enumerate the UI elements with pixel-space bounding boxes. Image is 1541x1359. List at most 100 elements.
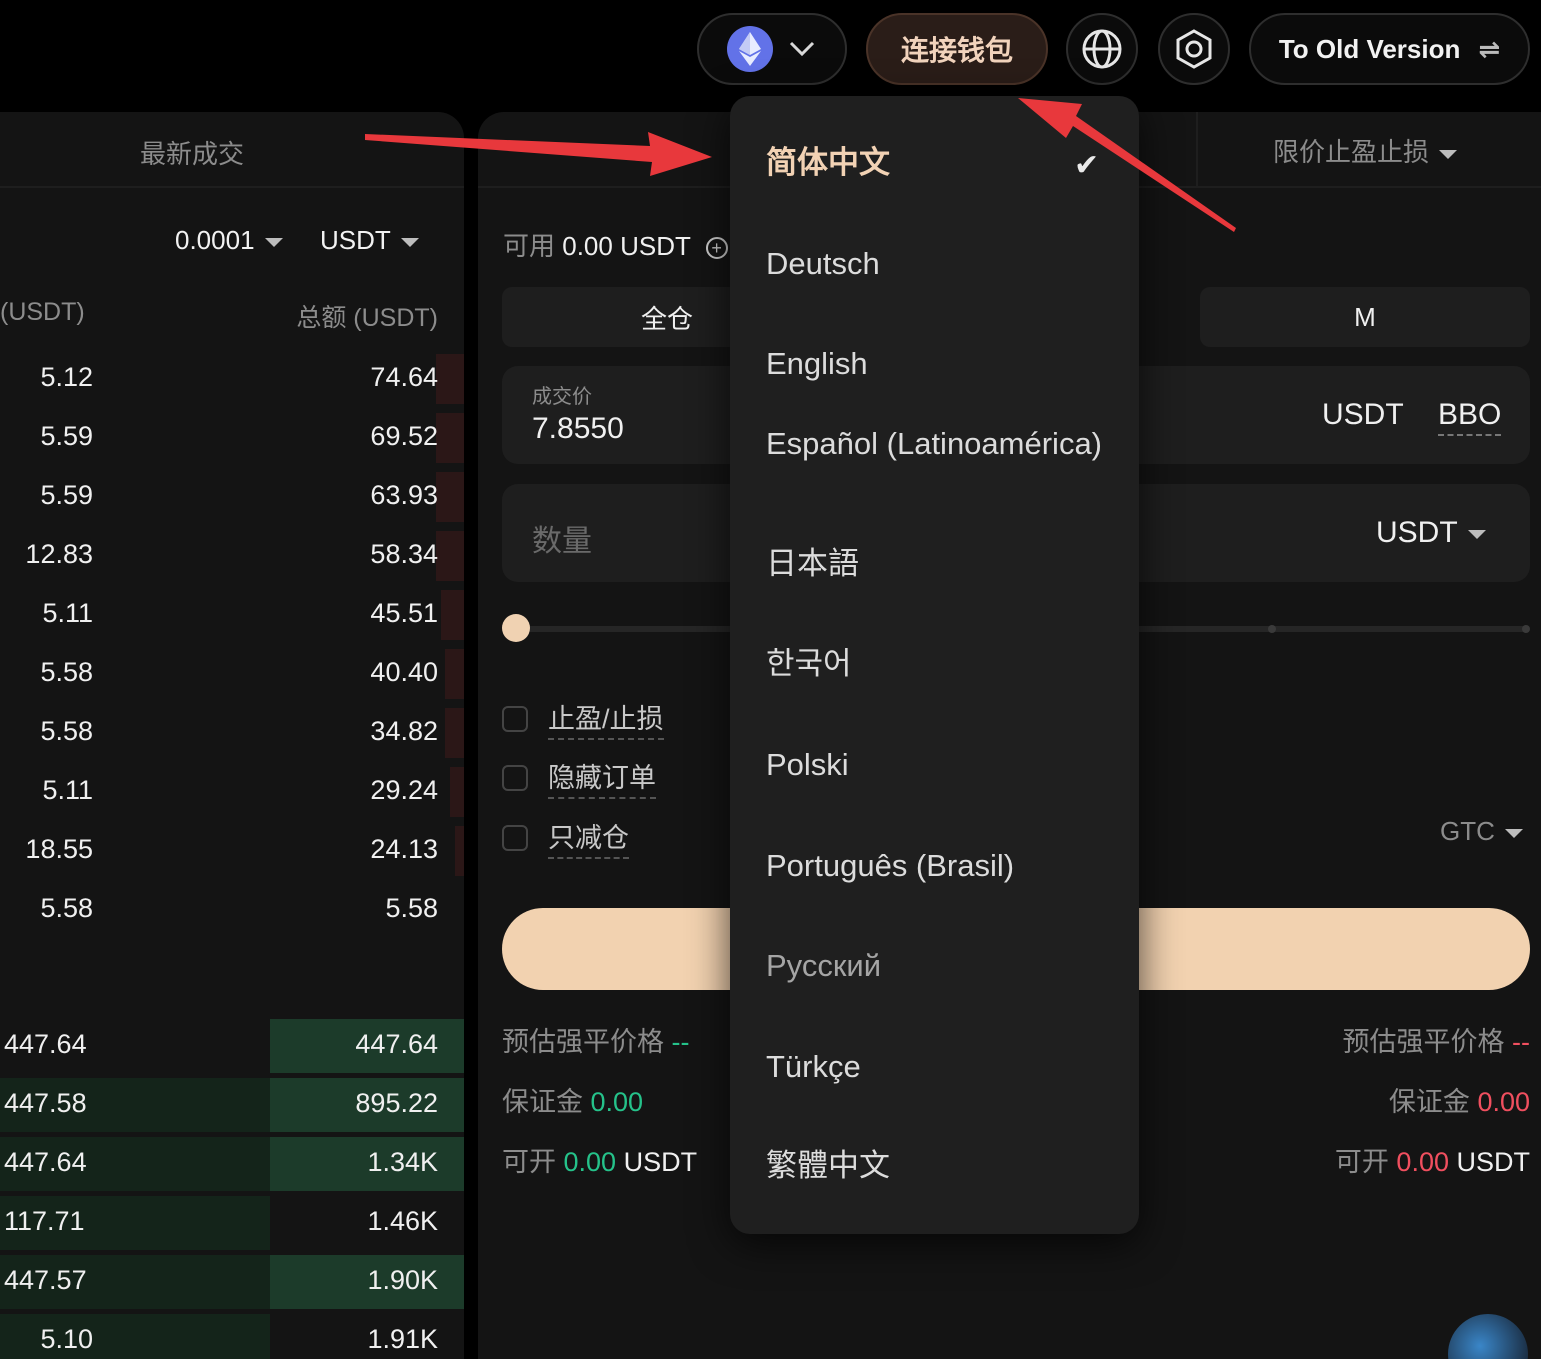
can-open-value: 0.00 <box>563 1147 617 1177</box>
checkbox[interactable] <box>502 824 528 851</box>
can-open-buy: 可开 0.00 USDT <box>502 1140 697 1179</box>
ask-row[interactable]: 5.58 5.58 <box>0 881 464 937</box>
price-unit: USDT <box>1322 398 1404 431</box>
tab-divider <box>1196 112 1198 188</box>
bid-row[interactable]: 5.10 1.91K <box>0 1312 464 1359</box>
ask-amount: 12.83 <box>25 539 93 569</box>
unit-value: USDT <box>320 225 391 255</box>
ask-total: 34.82 <box>370 716 438 746</box>
bid-amount: 117.71 <box>4 1206 85 1236</box>
leverage-button[interactable]: M <box>1200 287 1530 347</box>
language-option-ja[interactable]: 日本語 <box>766 543 1106 584</box>
column-amount-header: (USDT) <box>0 298 85 326</box>
ask-depth-bar <box>445 649 464 699</box>
caret-down-icon <box>1504 828 1523 838</box>
ask-total: 58.34 <box>370 539 438 569</box>
option-hidden-order[interactable]: 隐藏订单 <box>502 756 656 799</box>
add-funds-icon[interactable]: + <box>705 237 728 260</box>
margin-buy: 保证金 0.00 <box>502 1080 643 1119</box>
old-version-label: To Old Version <box>1278 33 1461 64</box>
option-tp-sl[interactable]: 止盈/止损 <box>502 697 664 740</box>
ask-amount: 5.11 <box>42 775 93 805</box>
unit-select[interactable]: USDT <box>320 225 419 256</box>
network-selector[interactable] <box>697 13 847 85</box>
ask-amount: 5.12 <box>40 362 93 392</box>
can-open-unit: USDT <box>623 1147 698 1177</box>
ask-total: 63.93 <box>370 480 438 510</box>
amount-slider-knob[interactable] <box>502 614 530 642</box>
bid-row[interactable]: 447.58 895.22 <box>0 1076 464 1132</box>
ask-depth-bar <box>436 413 464 463</box>
bid-total: 447.64 <box>355 1029 438 1059</box>
bbo-button[interactable]: BBO <box>1438 398 1502 436</box>
bid-row[interactable]: 117.71 1.46K <box>0 1194 464 1250</box>
precision-select[interactable]: 0.0001 <box>175 225 283 256</box>
margin-value: 0.00 <box>590 1087 644 1117</box>
language-option-ko[interactable]: 한국어 <box>766 643 1106 684</box>
ask-row[interactable]: 12.83 58.34 <box>0 527 464 583</box>
ask-row[interactable]: 5.59 69.52 <box>0 409 464 465</box>
language-option-ru[interactable]: Русский <box>766 945 1106 986</box>
language-option-tr[interactable]: Türkçe <box>766 1046 1106 1087</box>
old-version-button[interactable]: To Old Version ⇌ <box>1249 13 1530 85</box>
ask-amount: 5.59 <box>40 480 93 510</box>
ask-amount: 5.11 <box>42 598 93 628</box>
est-liq-label: 预估强平价格 <box>502 1027 664 1057</box>
bid-row[interactable]: 447.57 1.90K <box>0 1253 464 1309</box>
can-open-label: 可开 <box>502 1147 556 1177</box>
ask-row[interactable]: 5.58 40.40 <box>0 645 464 701</box>
ask-row[interactable]: 5.11 29.24 <box>0 763 464 819</box>
language-button[interactable] <box>1066 13 1138 85</box>
slider-tick <box>1522 625 1530 633</box>
slider-tick <box>1268 625 1276 633</box>
column-total-header: 总额 (USDT) <box>296 304 438 332</box>
margin-label: 保证金 <box>502 1087 583 1117</box>
ask-total: 29.24 <box>370 775 438 805</box>
ask-row[interactable]: 5.58 34.82 <box>0 704 464 760</box>
tab-tp-sl-limit[interactable]: 限价止盈止损 <box>1273 132 1458 169</box>
time-in-force-select[interactable]: GTC <box>1440 816 1523 847</box>
ask-total: 74.64 <box>370 362 438 392</box>
language-dropdown: 简体中文 ✔ Deutsch English Español (Latinoam… <box>730 96 1139 1234</box>
language-option-zh-hant[interactable]: 繁體中文 <box>766 1145 1106 1186</box>
available-value: 0.00 USDT <box>562 231 691 261</box>
est-liq-value: -- <box>1512 1027 1530 1057</box>
ask-row[interactable]: 5.11 45.51 <box>0 586 464 642</box>
est-liquidation-buy: 预估强平价格 -- <box>502 1020 690 1059</box>
language-option-de[interactable]: Deutsch <box>766 243 1106 284</box>
ask-row[interactable]: 5.12 74.64 <box>0 350 464 406</box>
language-option-zh-hans[interactable]: 简体中文 <box>766 142 1106 183</box>
language-option-pt-br[interactable]: Português (Brasil) <box>766 845 1106 886</box>
connect-wallet-button[interactable]: 连接钱包 <box>866 13 1048 85</box>
tab-tp-sl-label: 限价止盈止损 <box>1273 137 1430 167</box>
option-reduce-only[interactable]: 只减仓 <box>502 816 629 859</box>
settings-button[interactable] <box>1158 13 1230 85</box>
checkbox[interactable] <box>502 705 528 732</box>
caret-down-icon <box>264 237 283 247</box>
price-label: 成交价 <box>532 386 592 408</box>
bid-row[interactable]: 447.64 447.64 <box>0 1017 464 1073</box>
price-value: 7.8550 <box>532 412 624 445</box>
ask-row[interactable]: 5.59 63.93 <box>0 468 464 524</box>
ask-amount: 5.58 <box>40 893 93 923</box>
ask-total: 69.52 <box>370 421 438 451</box>
option-label: 止盈/止损 <box>548 697 664 740</box>
caret-down-icon <box>400 237 419 247</box>
orderbook-panel: 最新成交 0.0001 USDT (USDT) 总额 (USDT) 5.12 74… <box>0 112 464 1359</box>
ask-amount: 5.58 <box>40 716 93 746</box>
tab-latest-trades[interactable]: 最新成交 <box>140 134 244 171</box>
bid-amount: 447.64 <box>4 1029 87 1059</box>
quantity-unit-select[interactable]: USDT <box>1376 516 1486 550</box>
ask-row[interactable]: 18.55 24.13 <box>0 822 464 878</box>
est-liquidation-sell: 预估强平价格 -- <box>1343 1020 1531 1059</box>
language-option-en[interactable]: English <box>766 343 1106 384</box>
available-label: 可用 <box>503 231 556 261</box>
bid-row[interactable]: 447.64 1.34K <box>0 1135 464 1191</box>
est-liq-value: -- <box>671 1027 690 1057</box>
ask-depth-bar <box>440 590 464 640</box>
language-option-es-latam[interactable]: Español (Latinoamérica) <box>766 423 1106 464</box>
est-liq-label: 预估强平价格 <box>1342 1027 1505 1057</box>
precision-value: 0.0001 <box>175 225 255 255</box>
language-option-pl[interactable]: Polski <box>766 744 1106 785</box>
checkbox[interactable] <box>502 764 528 791</box>
